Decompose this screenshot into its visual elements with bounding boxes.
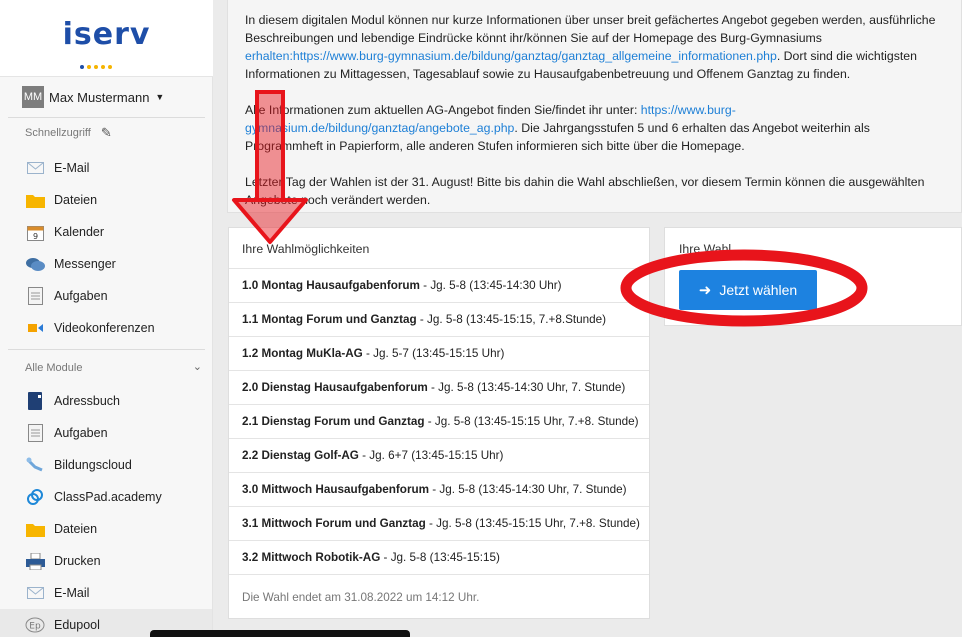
module-item-label: Drucken: [54, 554, 101, 568]
folder-icon: [25, 519, 45, 539]
homepage-link[interactable]: erhalten:https://www.burg-gymnasium.de/b…: [245, 49, 777, 63]
svg-text:9: 9: [32, 232, 37, 241]
module-item-label: Bildungscloud: [54, 458, 132, 472]
divider: [8, 117, 205, 118]
module-item-tasks[interactable]: Aufgaben: [0, 417, 212, 449]
info-paragraph-2: Alle Informationen zum aktuellen AG-Ange…: [245, 101, 945, 155]
module-item-label: Dateien: [54, 522, 98, 536]
info-paragraph-1: In diesem digitalen Modul können nur kur…: [245, 11, 945, 83]
choice-detail: - Jg. 5-8 (13:45-15:15): [380, 551, 500, 564]
chat-icon: [25, 254, 45, 274]
mail-icon: [25, 158, 45, 178]
choices-panel: Ihre Wahlmöglichkeiten 1.0 Montag Hausau…: [228, 227, 650, 619]
quick-item-video[interactable]: Videokonferenzen: [0, 312, 212, 344]
iserv-logo[interactable]: iserv: [0, 0, 213, 77]
logo-text: iserv: [62, 16, 151, 52]
annotation-ellipse: [620, 249, 868, 327]
choice-name: 1.2 Montag MuKla-AG: [242, 347, 363, 360]
all-modules-text: Alle Module: [25, 362, 83, 374]
classpad-icon: [25, 487, 45, 507]
logo-dots: [80, 56, 128, 69]
choice-name: 1.1 Montag Forum und Ganztag: [242, 313, 417, 326]
module-item-label: Adressbuch: [54, 394, 121, 408]
addressbook-icon: [25, 391, 45, 411]
tasks-icon: [25, 286, 45, 306]
choice-detail: - Jg. 5-8 (13:45-14:30 Uhr): [419, 279, 562, 292]
module-item-files[interactable]: Dateien: [0, 513, 212, 545]
quick-item-label: Dateien: [54, 193, 98, 207]
quick-item-email[interactable]: E-Mail: [0, 152, 212, 184]
quick-access-text: Schnellzugriff: [25, 127, 91, 139]
info-text: In diesem digitalen Modul können nur kur…: [245, 13, 936, 45]
user-name: Max Mustermann: [49, 89, 150, 105]
choice-name: 3.0 Mittwoch Hausaufgabenforum: [242, 483, 430, 496]
module-item-classpad[interactable]: ClassPad.academy: [0, 481, 212, 513]
module-item-print[interactable]: Drucken: [0, 545, 212, 577]
user-menu[interactable]: MM Max Mustermann ▼: [22, 86, 164, 108]
quick-access-label: Schnellzugriff ✎: [25, 125, 112, 141]
quick-item-label: Kalender: [54, 225, 105, 239]
quick-item-tasks[interactable]: Aufgaben: [0, 280, 212, 312]
printer-icon: [25, 551, 45, 571]
quick-item-messenger[interactable]: Messenger: [0, 248, 212, 280]
choice-detail: - Jg. 5-7 (13:45-15:15 Uhr): [362, 347, 505, 360]
deadline-note: Die Wahl endet am 31.08.2022 um 14:12 Uh…: [229, 574, 649, 619]
quick-item-label: Videokonferenzen: [54, 321, 155, 335]
module-item-label: ClassPad.academy: [54, 490, 162, 504]
calendar-icon: 9: [25, 222, 45, 242]
choice-item: 1.2 Montag MuKla-AG - Jg. 5-7 (13:45-15:…: [229, 336, 649, 370]
module-item-bildungscloud[interactable]: Bildungscloud: [0, 449, 212, 481]
choice-item: 3.2 Mittwoch Robotik-AG - Jg. 5-8 (13:45…: [229, 540, 649, 574]
choice-item: 3.1 Mittwoch Forum und Ganztag - Jg. 5-8…: [229, 506, 649, 540]
folder-icon: [25, 190, 45, 210]
module-item-addressbook[interactable]: Adressbuch: [0, 385, 212, 417]
cloud-icon: [25, 455, 45, 475]
choice-name: 3.1 Mittwoch Forum und Ganztag: [242, 517, 426, 530]
choice-name: 2.1 Dienstag Forum und Ganztag: [242, 415, 425, 428]
annotation-arrow-icon: [232, 90, 308, 244]
quick-item-calendar[interactable]: 9 Kalender: [0, 216, 212, 248]
all-modules-label: Alle Module: [25, 362, 82, 374]
module-item-label: Aufgaben: [54, 426, 108, 440]
choice-item: 2.2 Dienstag Golf-AG - Jg. 6+7 (13:45-15…: [229, 438, 649, 472]
edupool-icon: Ep: [25, 615, 45, 635]
quick-item-files[interactable]: Dateien: [0, 184, 212, 216]
choice-detail: - Jg. 5-8 (13:45-14:30 Uhr, 7. Stunde): [427, 381, 626, 394]
quick-item-label: Messenger: [54, 257, 116, 271]
choice-detail: - Jg. 6+7 (13:45-15:15 Uhr): [358, 449, 504, 462]
choice-detail: - Jg. 5-8 (13:45-14:30 Uhr, 7. Stunde): [429, 483, 627, 496]
choice-name: 1.0 Montag Hausaufgabenforum: [242, 279, 420, 292]
module-item-label: Edupool: [54, 618, 100, 632]
choice-item: 1.0 Montag Hausaufgabenforum - Jg. 5-8 (…: [229, 268, 649, 302]
choice-detail: - Jg. 5-8 (13:45-15:15 Uhr, 7.+8. Stunde…: [424, 415, 639, 428]
avatar: MM: [22, 86, 44, 108]
choice-detail: - Jg. 5-8 (13:45-15:15 Uhr, 7.+8. Stunde…: [425, 517, 640, 530]
choice-item: 1.1 Montag Forum und Ganztag - Jg. 5-8 (…: [229, 302, 649, 336]
mail-icon: [25, 583, 45, 603]
caret-down-icon: ▼: [155, 92, 165, 102]
quick-item-label: E-Mail: [54, 161, 90, 175]
choice-name: 3.2 Mittwoch Robotik-AG: [242, 551, 381, 564]
module-item-label: E-Mail: [54, 586, 90, 600]
chevron-down-icon[interactable]: ⌄: [193, 360, 202, 373]
quick-item-label: Aufgaben: [54, 289, 108, 303]
choice-name: 2.2 Dienstag Golf-AG: [242, 449, 359, 462]
choice-name: 2.0 Dienstag Hausaufgabenforum: [242, 381, 428, 394]
info-panel: In diesem digitalen Modul können nur kur…: [227, 0, 962, 213]
choice-item: 2.0 Dienstag Hausaufgabenforum - Jg. 5-8…: [229, 370, 649, 404]
divider: [8, 349, 205, 350]
video-icon: [25, 318, 45, 338]
bottom-bar: [150, 630, 410, 637]
tasks-icon: [25, 423, 45, 443]
pencil-icon[interactable]: ✎: [101, 125, 112, 141]
info-paragraph-3: Letzter Tag der Wahlen ist der 31. Augus…: [245, 175, 925, 207]
choice-item: 2.1 Dienstag Forum und Ganztag - Jg. 5-8…: [229, 404, 649, 438]
choice-item: 3.0 Mittwoch Hausaufgabenforum - Jg. 5-8…: [229, 472, 649, 506]
choice-detail: - Jg. 5-8 (13:45-15:15, 7.+8.Stunde): [416, 313, 607, 326]
module-item-email[interactable]: E-Mail: [0, 577, 212, 609]
sidebar: iserv MM Max Mustermann ▼ Schnellzugriff…: [0, 0, 213, 637]
svg-text:Ep: Ep: [29, 622, 41, 632]
